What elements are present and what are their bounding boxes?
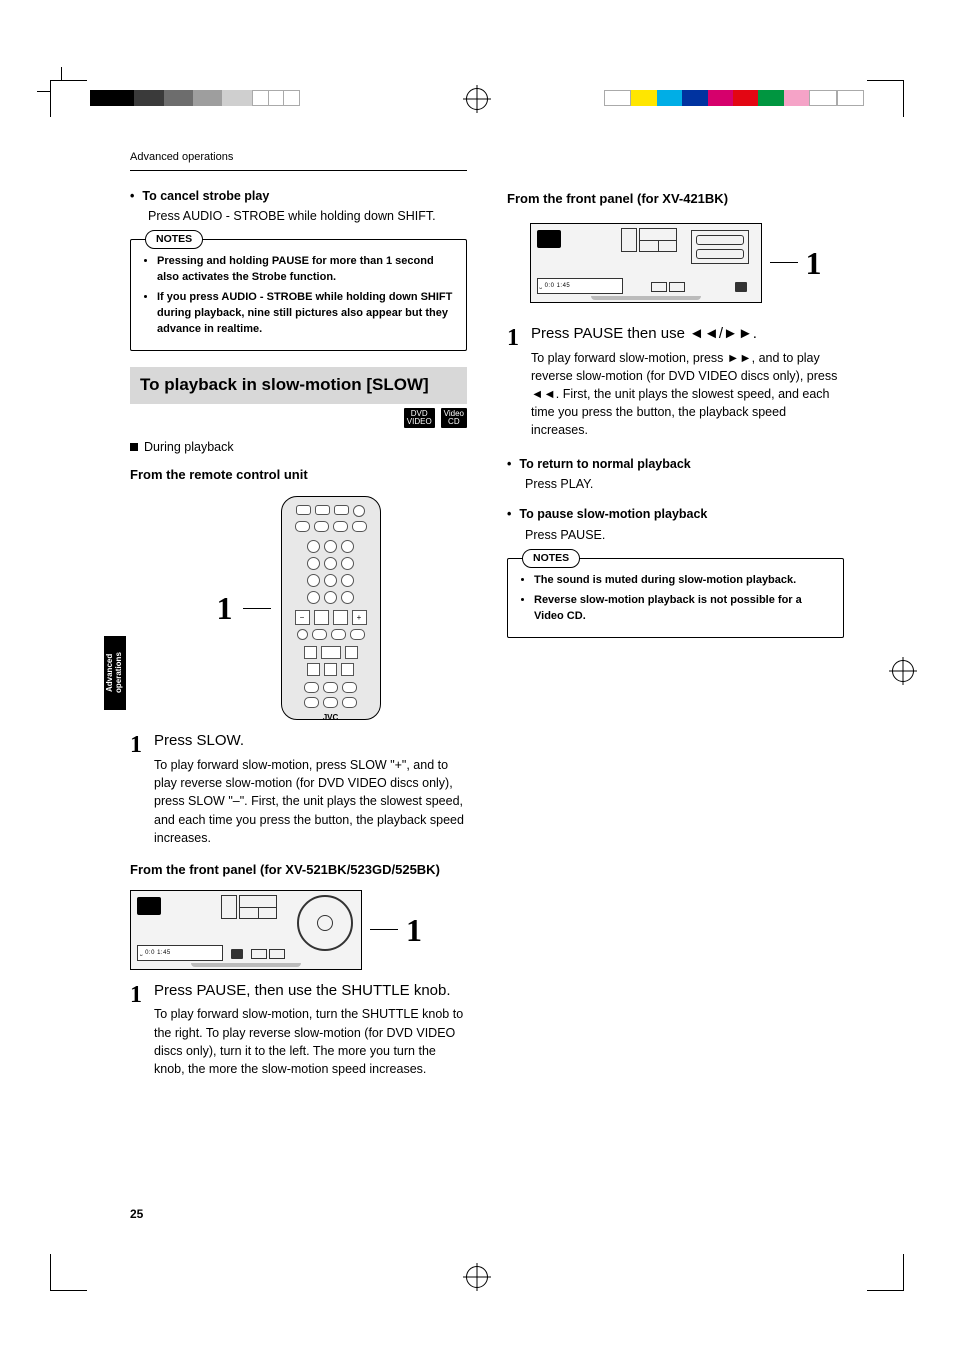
step-title-shuttle: Press PAUSE, then use the SHUTTLE knob. (154, 980, 467, 1002)
from-remote-heading: From the remote control unit (130, 466, 467, 485)
crop-mark-icon (867, 1254, 904, 1291)
remote-logo: JVC (323, 712, 339, 724)
from-panel-421-heading: From the front panel (for XV-421BK) (507, 190, 844, 209)
step-number: 1 (130, 978, 142, 1013)
dvd-video-badge-icon: DVDVIDEO (404, 408, 435, 428)
notes-item: The sound is muted during slow-motion pl… (534, 573, 833, 589)
front-panel-521-illustration: ⎵ 0:0 1:45 (130, 890, 362, 970)
square-bullet-icon (130, 440, 144, 454)
step-title-press-slow: Press SLOW. (154, 730, 467, 752)
registration-mark-icon (466, 1266, 488, 1293)
step-number: 1 (130, 728, 142, 763)
rewind-icon: ◄◄ (531, 387, 556, 401)
callout-leader-icon (770, 262, 798, 263)
bullet-icon (507, 505, 511, 523)
registration-mark-icon (466, 88, 488, 115)
crop-mark-icon (50, 80, 87, 117)
side-tab-advanced-operations: Advanced operations (104, 636, 126, 710)
panel-callout-number: 1 (806, 247, 822, 279)
section-heading-slow: To playback in slow-motion [SLOW] (130, 367, 467, 404)
cancel-strobe-body: Press AUDIO - STROBE while holding down … (148, 207, 467, 225)
step-body: To play forward slow-motion, press ►►, a… (531, 349, 844, 440)
step-body: To play forward slow-motion, press SLOW … (154, 756, 467, 847)
bullet-icon (507, 455, 511, 473)
video-cd-badge-icon: VideoCD (441, 408, 467, 428)
callout-leader-icon (243, 608, 271, 609)
from-panel-521-heading: From the front panel (for XV-521BK/523GD… (130, 861, 467, 880)
callout-leader-icon (370, 929, 398, 930)
during-playback-label: During playback (144, 440, 234, 454)
left-column: Advanced operations To cancel strobe pla… (130, 150, 467, 1241)
step-number: 1 (507, 321, 519, 356)
notes-item: Pressing and holding PAUSE for more than… (157, 254, 456, 286)
notes-item: If you press AUDIO - STROBE while holdin… (157, 290, 456, 338)
right-column: From the front panel (for XV-421BK) ⎵ 0:… (507, 150, 844, 1241)
notes-label: NOTES (522, 549, 580, 568)
return-normal-body: Press PLAY. (525, 475, 844, 493)
rewind-forward-icon: ◄◄/►► (689, 325, 753, 342)
notes-item: Reverse slow-motion playback is not poss… (534, 593, 833, 625)
return-normal-title: To return to normal playback (519, 455, 690, 473)
grayscale-color-bar (90, 90, 300, 106)
cmyk-color-bar (604, 90, 864, 106)
fast-forward-icon: ►► (727, 351, 752, 365)
front-panel-421-illustration: ⎵ 0:0 1:45 (530, 223, 762, 303)
remote-control-illustration: −+ JVC (281, 496, 381, 720)
step-body: To play forward slow-motion, turn the SH… (154, 1005, 467, 1078)
crop-mark-icon (867, 80, 904, 117)
cancel-strobe-title: To cancel strobe play (142, 187, 269, 205)
notes-box-slow: NOTES The sound is muted during slow-mot… (507, 558, 844, 638)
registration-mark-icon (892, 660, 914, 687)
remote-callout-number: 1 (217, 592, 233, 624)
crop-mark-icon (50, 1254, 87, 1291)
panel-callout-number: 1 (406, 914, 422, 946)
pause-slow-title: To pause slow-motion playback (519, 505, 707, 523)
running-header: Advanced operations (130, 150, 467, 171)
bullet-icon (130, 187, 134, 205)
notes-label: NOTES (145, 230, 203, 249)
pause-slow-body: Press PAUSE. (525, 526, 844, 544)
notes-box-strobe: NOTES Pressing and holding PAUSE for mor… (130, 239, 467, 351)
step-title-pause-arrows: Press PAUSE then use ◄◄/►►. (531, 323, 844, 345)
